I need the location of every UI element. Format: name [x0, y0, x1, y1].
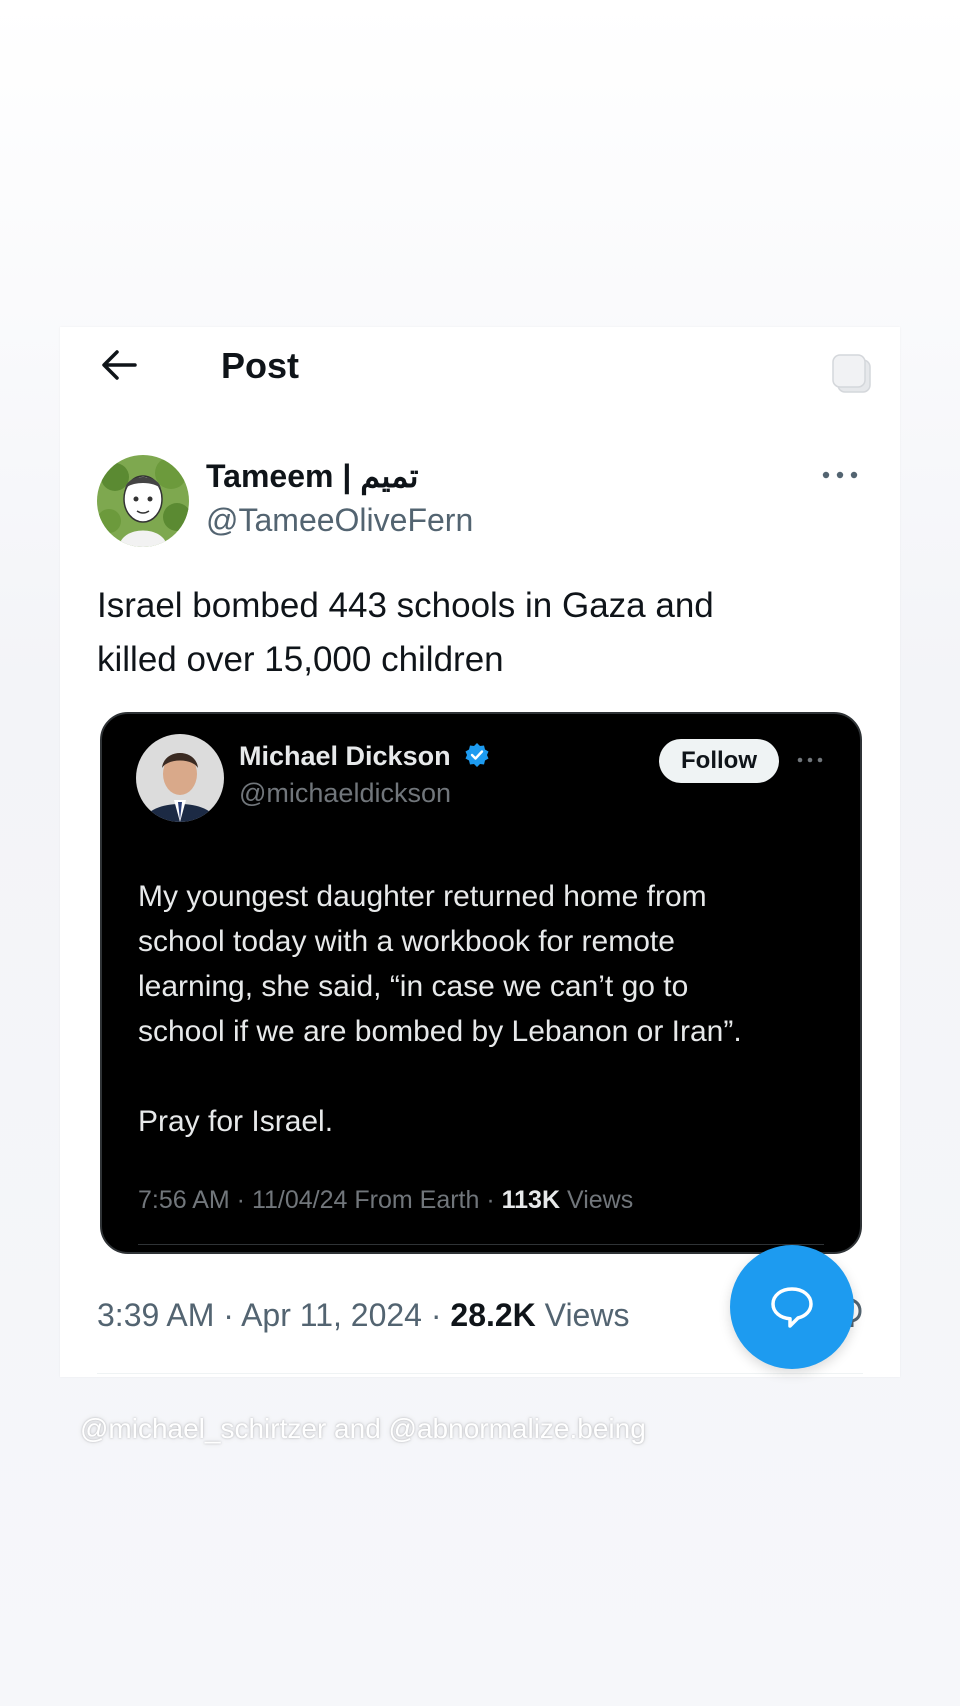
post-text-line: killed over 15,000 children — [97, 640, 504, 679]
quoted-source: From Earth — [354, 1186, 480, 1214]
quoted-time: 7:56 AM — [138, 1186, 230, 1214]
post-text: Israel bombed 443 schools in Gaza and ki… — [97, 579, 867, 687]
quoted-author-name[interactable]: Michael Dickson — [239, 741, 490, 772]
author-name[interactable]: Tameem | تميم — [206, 457, 419, 495]
quoted-author-avatar[interactable] — [136, 734, 224, 822]
quoted-author-name-text: Michael Dickson — [239, 741, 451, 771]
verified-badge-icon — [465, 743, 489, 767]
post-time: 3:39 AM — [97, 1297, 215, 1333]
quoted-text-line: school if we are bombed by Lebanon or Ir… — [138, 1015, 742, 1048]
back-button[interactable] — [99, 345, 139, 385]
quoted-more-button[interactable] — [795, 752, 825, 768]
more-options-button[interactable] — [820, 463, 860, 487]
post-text-line: Israel bombed 443 schools in Gaza and — [97, 586, 714, 625]
quoted-post[interactable]: Michael Dickson @michaeldickson Follow M… — [100, 712, 862, 1254]
quoted-text-line: learning, she said, “in case we can’t go… — [138, 970, 689, 1003]
more-horizontal-icon — [797, 757, 823, 763]
quoted-views-label: Views — [566, 1186, 634, 1214]
reply-fab-button[interactable] — [730, 1245, 854, 1369]
divider — [138, 1244, 824, 1245]
author-handle[interactable]: @TameeOliveFern — [206, 502, 473, 539]
author-avatar[interactable] — [97, 455, 189, 547]
views-label: Views — [544, 1297, 630, 1333]
quoted-text-closing: Pray for Israel. — [138, 1105, 334, 1138]
quoted-author-handle[interactable]: @michaeldickson — [239, 778, 451, 809]
quoted-text-line: My youngest daughter returned home from — [138, 880, 707, 913]
post-date: Apr 11, 2024 — [241, 1297, 422, 1333]
page-title: Post — [221, 345, 300, 386]
quoted-post-text: My youngest daughter returned home from … — [138, 874, 838, 1144]
reply-bubble-icon — [771, 1287, 813, 1328]
credit-caption: @michael_schirtzer and @abnormalize.bein… — [80, 1413, 646, 1444]
quoted-post-meta: 7:56 AM · 11/04/24 From Earth · 113K Vie… — [138, 1186, 634, 1214]
post-meta: 3:39 AM · Apr 11, 2024 · 28.2K Views — [97, 1297, 630, 1333]
quoted-date: 11/04/24 — [251, 1186, 348, 1214]
follow-button[interactable]: Follow — [659, 739, 779, 783]
quoted-text-line: school today with a workbook for remote — [138, 925, 675, 958]
arrow-left-icon — [102, 350, 137, 380]
post-card: Post Tameem | تميم @TameeOliveFern Israe… — [60, 327, 900, 1377]
views-count: 28.2K — [450, 1297, 536, 1333]
divider — [97, 1373, 863, 1374]
stack-copy-icon[interactable] — [830, 352, 874, 396]
quoted-views-count: 113K — [501, 1186, 561, 1214]
more-horizontal-icon — [822, 471, 858, 479]
